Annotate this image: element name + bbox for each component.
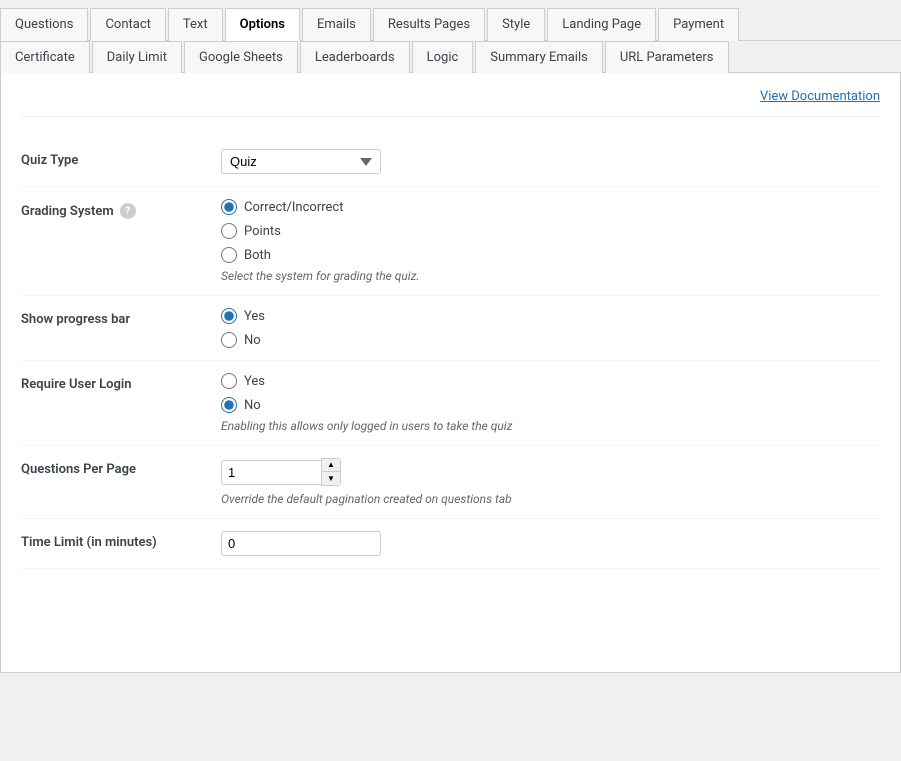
grading-system-row: Grading System ? Correct/Incorrect Point… (21, 187, 880, 296)
progress-bar-yes[interactable]: Yes (221, 308, 880, 324)
grading-system-field: Correct/Incorrect Points Both Select the… (221, 199, 880, 283)
user-login-radio-group: Yes No (221, 373, 880, 413)
tab-questions[interactable]: Questions (0, 8, 88, 41)
grading-system-radio-group: Correct/Incorrect Points Both (221, 199, 880, 263)
user-login-yes[interactable]: Yes (221, 373, 880, 389)
questions-per-page-field: ▲ ▼ Override the default pagination crea… (221, 458, 880, 506)
view-doc-row: View Documentation (21, 89, 880, 117)
quiz-type-row: Quiz Type Quiz Survey Assessment (21, 137, 880, 187)
show-progress-bar-field: Yes No (221, 308, 880, 348)
user-login-no[interactable]: No (221, 397, 880, 413)
tab-options[interactable]: Options (225, 8, 300, 41)
grading-correct-incorrect[interactable]: Correct/Incorrect (221, 199, 880, 215)
show-progress-bar-row: Show progress bar Yes No (21, 296, 880, 361)
grading-system-label: Grading System ? (21, 199, 221, 219)
require-user-login-label: Require User Login (21, 373, 221, 392)
grading-both[interactable]: Both (221, 247, 880, 263)
questions-per-page-row: Questions Per Page ▲ ▼ Override the defa… (21, 446, 880, 519)
tab-daily-limit[interactable]: Daily Limit (92, 41, 182, 73)
questions-per-page-label: Questions Per Page (21, 458, 221, 477)
progress-bar-radio-group: Yes No (221, 308, 880, 348)
grading-radio-correct-incorrect[interactable] (221, 199, 237, 215)
tab-certificate[interactable]: Certificate (0, 41, 90, 73)
tab-text[interactable]: Text (168, 8, 223, 41)
tab-logic[interactable]: Logic (412, 41, 474, 73)
progress-bar-radio-yes[interactable] (221, 308, 237, 324)
questions-per-page-input[interactable] (221, 460, 321, 485)
tab-google-sheets[interactable]: Google Sheets (184, 41, 298, 73)
questions-per-page-spinner: ▲ ▼ (321, 458, 341, 486)
quiz-type-field: Quiz Survey Assessment (221, 149, 880, 174)
questions-per-page-input-wrapper: ▲ ▼ (221, 458, 880, 486)
tab-payment[interactable]: Payment (658, 8, 739, 41)
time-limit-input[interactable] (221, 531, 381, 556)
quiz-type-label: Quiz Type (21, 149, 221, 168)
grading-system-help-icon[interactable]: ? (120, 203, 136, 219)
tabs-row-2: CertificateDaily LimitGoogle SheetsLeade… (0, 41, 901, 73)
tab-results-pages[interactable]: Results Pages (373, 8, 485, 41)
tab-leaderboards[interactable]: Leaderboards (300, 41, 410, 73)
tabs-row-1: QuestionsContactTextOptionsEmailsResults… (0, 0, 901, 41)
view-documentation-link[interactable]: View Documentation (760, 89, 880, 104)
grading-radio-both[interactable] (221, 247, 237, 263)
user-login-radio-no[interactable] (221, 397, 237, 413)
tab-emails[interactable]: Emails (302, 8, 371, 41)
questions-per-page-increment[interactable]: ▲ (322, 459, 340, 472)
time-limit-field (221, 531, 880, 556)
grading-hint: Select the system for grading the quiz. (221, 269, 880, 283)
tab-url-parameters[interactable]: URL Parameters (605, 41, 729, 73)
tab-landing-page[interactable]: Landing Page (547, 8, 656, 41)
grading-points[interactable]: Points (221, 223, 880, 239)
user-login-hint: Enabling this allows only logged in user… (221, 419, 880, 433)
time-limit-row: Time Limit (in minutes) (21, 519, 880, 569)
questions-per-page-hint: Override the default pagination created … (221, 492, 880, 506)
tab-style[interactable]: Style (487, 8, 545, 41)
progress-bar-no[interactable]: No (221, 332, 880, 348)
page-wrapper: QuestionsContactTextOptionsEmailsResults… (0, 0, 901, 761)
require-user-login-field: Yes No Enabling this allows only logged … (221, 373, 880, 433)
grading-radio-points[interactable] (221, 223, 237, 239)
quiz-type-select[interactable]: Quiz Survey Assessment (221, 149, 381, 174)
questions-per-page-decrement[interactable]: ▼ (322, 472, 340, 485)
progress-bar-radio-no[interactable] (221, 332, 237, 348)
tab-summary-emails[interactable]: Summary Emails (475, 41, 603, 73)
tab-contact[interactable]: Contact (90, 8, 165, 41)
content-area: View Documentation Quiz Type Quiz Survey… (0, 73, 901, 673)
require-user-login-row: Require User Login Yes No Enabling this … (21, 361, 880, 446)
show-progress-bar-label: Show progress bar (21, 308, 221, 327)
time-limit-label: Time Limit (in minutes) (21, 531, 221, 550)
user-login-radio-yes[interactable] (221, 373, 237, 389)
